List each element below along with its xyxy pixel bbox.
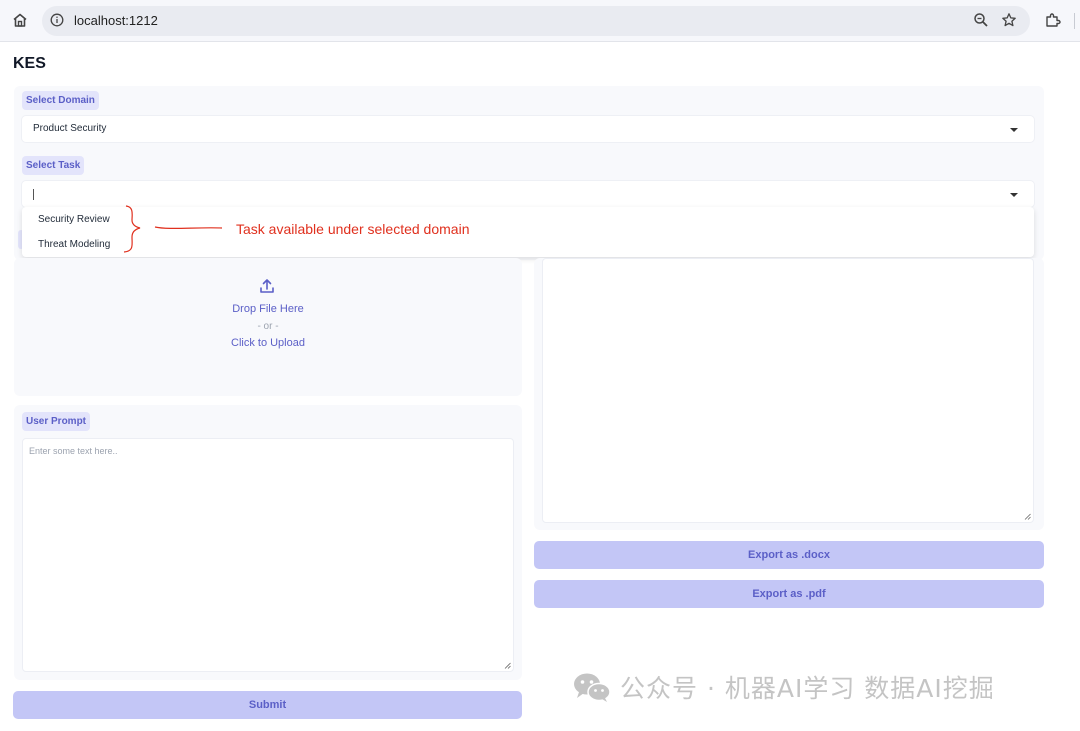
export-pdf-button[interactable]: Export as .pdf	[534, 580, 1044, 608]
submit-button[interactable]: Submit	[13, 691, 522, 719]
output-textarea[interactable]	[542, 258, 1034, 523]
text-cursor	[33, 189, 34, 200]
task-option-threat-modeling[interactable]: Threat Modeling	[38, 239, 110, 250]
zoom-icon[interactable]	[973, 12, 989, 28]
user-prompt-placeholder: Enter some text here..	[29, 446, 118, 456]
extensions-icon[interactable]	[1044, 11, 1062, 29]
drop-file-label: Drop File Here	[232, 303, 304, 315]
upload-icon	[260, 279, 274, 293]
watermark-text: 公众号 · 机器AI学习 数据AI挖掘	[620, 674, 995, 703]
app-title: KES	[13, 55, 46, 72]
domain-select[interactable]: Product Security	[22, 116, 1034, 142]
toolbar-divider	[1074, 13, 1075, 29]
click-to-upload-link[interactable]: Click to Upload	[14, 337, 522, 349]
annotation-brace	[123, 205, 223, 253]
or-separator: - or -	[257, 321, 279, 332]
home-icon[interactable]	[11, 11, 29, 29]
watermark: 公众号 · 机器AI学习 数据AI挖掘	[572, 671, 995, 703]
url-text[interactable]: localhost:1212	[74, 13, 158, 28]
browser-toolbar: localhost:1212	[0, 0, 1080, 42]
export-docx-button[interactable]: Export as .docx	[534, 541, 1044, 569]
user-prompt-textarea[interactable]: Enter some text here..	[22, 438, 514, 672]
select-domain-label: Select Domain	[22, 91, 99, 110]
annotation-label: Task available under selected domain	[236, 221, 470, 237]
resize-handle-icon[interactable]	[1024, 513, 1031, 520]
task-option-security-review[interactable]: Security Review	[38, 214, 110, 225]
address-bar[interactable]	[42, 6, 1030, 36]
resize-handle-icon[interactable]	[504, 662, 511, 669]
chevron-down-icon[interactable]	[1010, 128, 1018, 132]
chevron-down-icon[interactable]	[1010, 193, 1018, 197]
select-task-label: Select Task	[22, 156, 85, 175]
wechat-logo-icon	[574, 673, 611, 702]
user-prompt-label: User Prompt	[22, 412, 91, 431]
bookmark-star-icon[interactable]	[1001, 12, 1017, 28]
domain-select-value: Product Security	[33, 123, 107, 134]
site-info-icon[interactable]	[50, 13, 64, 27]
